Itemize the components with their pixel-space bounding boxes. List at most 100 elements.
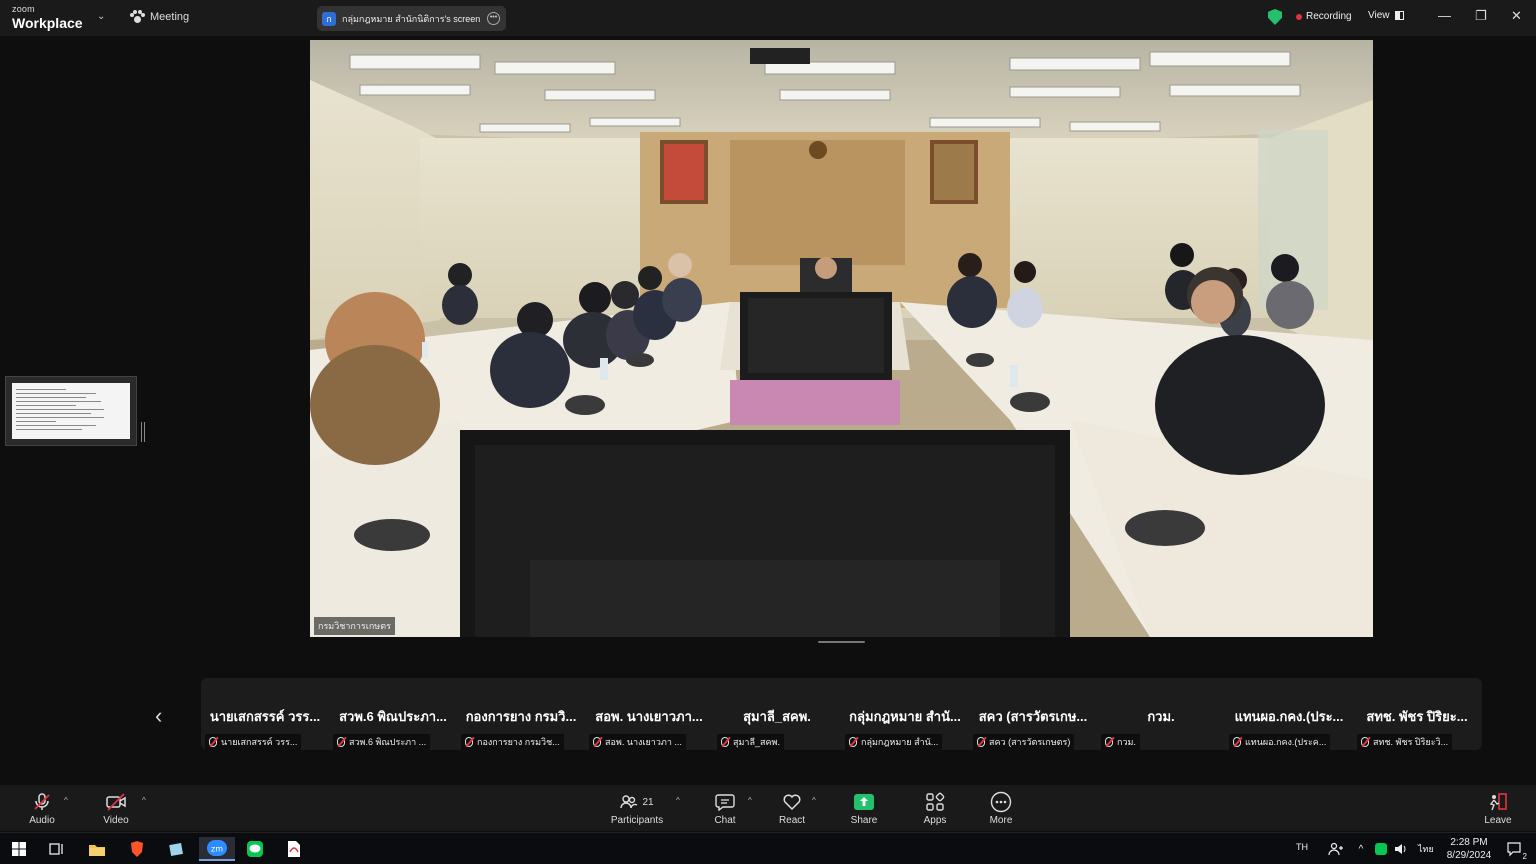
leave-door-icon bbox=[1489, 793, 1507, 811]
participant-name-large: แทนผอ.กคง.(ประ... bbox=[1234, 709, 1344, 724]
windows-start-icon[interactable] bbox=[6, 837, 32, 861]
chevron-up-icon[interactable]: ^ bbox=[1353, 837, 1369, 861]
muted-mic-icon bbox=[34, 793, 50, 810]
participant-name-label: กองการยาง กรมวิช... bbox=[461, 734, 564, 750]
brand-big-text: Workplace bbox=[12, 15, 83, 31]
more-button[interactable]: More bbox=[971, 791, 1031, 826]
chat-button[interactable]: Chat bbox=[695, 791, 755, 826]
participants-label: Participants bbox=[610, 815, 664, 826]
heart-icon bbox=[783, 794, 801, 811]
line-tray-icon[interactable] bbox=[1372, 837, 1390, 861]
participants-button[interactable]: 21 Participants bbox=[607, 791, 667, 826]
volume-icon[interactable] bbox=[1392, 837, 1410, 861]
muted-mic-icon bbox=[977, 737, 985, 747]
participant-tile[interactable]: กวม. กวม. bbox=[1097, 678, 1225, 750]
apps-label: Apps bbox=[923, 815, 947, 826]
participant-tile[interactable]: นายเสกสรรค์ วรร... นายเสกสรรค์ วรร... bbox=[201, 678, 329, 750]
share-button[interactable]: Share bbox=[834, 791, 894, 826]
video-options-caret[interactable]: ^ bbox=[142, 796, 146, 805]
line-app-icon[interactable] bbox=[242, 837, 268, 861]
participant-tile[interactable]: สอพ. นางเยาวภา... สอพ. นางเยาวภา ... bbox=[585, 678, 713, 750]
meeting-menu-button[interactable]: Meeting bbox=[130, 10, 189, 24]
participant-tile[interactable]: กลุ่มกฎหมาย สำนั... กลุ่มกฎหมาย สำนั... bbox=[841, 678, 969, 750]
video-off-icon bbox=[106, 793, 126, 811]
participant-name-large: กวม. bbox=[1147, 709, 1175, 724]
muted-mic-icon bbox=[465, 737, 473, 747]
participant-strip: นายเสกสรรค์ วรร... นายเสกสรรค์ วรร... สว… bbox=[201, 678, 1482, 750]
participant-name-large: สทช. พัชร ปิริยะ... bbox=[1366, 709, 1468, 724]
notes-app-icon[interactable] bbox=[163, 837, 189, 861]
meeting-toolbar: Audio ^ Video ^ 21 Participants ^ Chat ^… bbox=[0, 785, 1536, 831]
zoom-logo[interactable]: zoom Workplace bbox=[12, 5, 83, 31]
muted-mic-icon bbox=[849, 737, 857, 747]
more-options-icon[interactable]: ••• bbox=[487, 12, 500, 25]
pdf-reader-icon[interactable] bbox=[281, 837, 307, 861]
minimize-icon[interactable]: — bbox=[1438, 8, 1451, 23]
more-label: More bbox=[989, 815, 1013, 826]
language-indicator[interactable]: TH bbox=[1296, 842, 1308, 852]
chat-icon bbox=[715, 794, 735, 811]
task-view-icon[interactable] bbox=[44, 837, 70, 861]
conference-room-image bbox=[310, 40, 1373, 637]
participant-name-label: กวม. bbox=[1101, 734, 1140, 750]
audio-button[interactable]: Audio bbox=[12, 791, 72, 826]
recording-dot-icon bbox=[1296, 13, 1302, 20]
participant-tile[interactable]: แทนผอ.กคง.(ประ... แทนผอ.กคง.(ประค... bbox=[1225, 678, 1353, 750]
clock-date: 8/29/2024 bbox=[1446, 850, 1492, 861]
share-text: กลุ่มกฎหมาย สำนักนิติการ's screen bbox=[342, 13, 481, 24]
audio-label: Audio bbox=[29, 815, 55, 826]
participant-name-large: กองการยาง กรมวิ... bbox=[465, 709, 577, 724]
video-resize-grip[interactable] bbox=[818, 641, 865, 643]
security-shield-icon[interactable] bbox=[1268, 9, 1282, 25]
people-icon[interactable] bbox=[1323, 837, 1349, 861]
recording-indicator[interactable]: Recording bbox=[1296, 11, 1352, 22]
view-layout-icon bbox=[1394, 11, 1404, 20]
input-language-indicator[interactable]: ไทย bbox=[1418, 842, 1434, 856]
document-preview bbox=[12, 383, 130, 439]
participant-tile[interactable]: สทช. พัชร ปิริยะ... สทช. พัชร ปิริยะวิ..… bbox=[1353, 678, 1481, 750]
active-speaker-video[interactable]: กรมวิชาการเกษตร bbox=[310, 40, 1373, 637]
participant-tile[interactable]: กองการยาง กรมวิ... กองการยาง กรมวิช... bbox=[457, 678, 585, 750]
shared-screen-thumbnail[interactable] bbox=[5, 376, 137, 446]
participant-tile[interactable]: สคว (สารวัตรเกษ... สคว (สารวัตรเกษตร) bbox=[969, 678, 1097, 750]
muted-mic-icon bbox=[209, 737, 217, 747]
audio-options-caret[interactable]: ^ bbox=[64, 796, 68, 805]
brave-browser-icon[interactable] bbox=[124, 837, 150, 861]
restore-icon[interactable]: ❐ bbox=[1475, 8, 1487, 24]
apps-icon bbox=[926, 792, 945, 811]
participant-name-label: นายเสกสรรค์ วรร... bbox=[205, 734, 302, 750]
participant-name-large: นายเสกสรรค์ วรร... bbox=[209, 709, 321, 724]
clock-time: 2:28 PM bbox=[1450, 837, 1488, 848]
close-icon[interactable]: ✕ bbox=[1511, 8, 1522, 24]
windows-taskbar: zm TH ^ ไทย 2:28 PM 8/29/2024 2 bbox=[0, 832, 1536, 864]
sharer-avatar: ก bbox=[322, 11, 336, 26]
video-button[interactable]: Video bbox=[86, 791, 146, 826]
participant-tile[interactable]: สวพ.6 พิณประภา... สวพ.6 พิณประภา ... bbox=[329, 678, 457, 750]
chevron-down-icon[interactable]: ⌄ bbox=[97, 11, 105, 22]
participant-name-label: สคว (สารวัตรเกษตร) bbox=[973, 734, 1075, 750]
apps-button[interactable]: Apps bbox=[905, 791, 965, 826]
paw-icon bbox=[130, 10, 145, 24]
chat-options-caret[interactable]: ^ bbox=[748, 796, 752, 805]
muted-mic-icon bbox=[337, 737, 345, 747]
zoom-taskbar-icon[interactable]: zm bbox=[199, 837, 235, 861]
react-options-caret[interactable]: ^ bbox=[812, 796, 816, 805]
chevron-left-icon[interactable]: ‹ bbox=[155, 703, 162, 729]
notification-center-icon[interactable]: 2 bbox=[1502, 837, 1528, 861]
view-button[interactable]: View bbox=[1368, 10, 1404, 21]
video-name-label: กรมวิชาการเกษตร bbox=[314, 617, 395, 635]
meeting-label: Meeting bbox=[150, 11, 190, 23]
participants-options-caret[interactable]: ^ bbox=[676, 796, 680, 805]
muted-mic-icon bbox=[721, 737, 729, 747]
panel-resize-handle[interactable] bbox=[141, 422, 145, 442]
muted-mic-icon bbox=[1105, 737, 1113, 747]
participant-name-label: สอพ. นางเยาวภา ... bbox=[589, 734, 686, 750]
file-explorer-icon[interactable] bbox=[84, 837, 110, 861]
system-clock[interactable]: 2:28 PM 8/29/2024 bbox=[1440, 836, 1498, 862]
participant-tile[interactable]: สุมาลี_สคพ. สุมาลี_สคพ. bbox=[713, 678, 841, 750]
participant-name-label: กลุ่มกฎหมาย สำนั... bbox=[845, 734, 943, 750]
screen-share-indicator[interactable]: ก กลุ่มกฎหมาย สำนักนิติการ's screen ••• bbox=[317, 6, 506, 31]
leave-button[interactable]: Leave bbox=[1468, 791, 1528, 826]
leave-label: Leave bbox=[1484, 815, 1512, 826]
participant-name-large: สอพ. นางเยาวภา... bbox=[595, 709, 703, 724]
